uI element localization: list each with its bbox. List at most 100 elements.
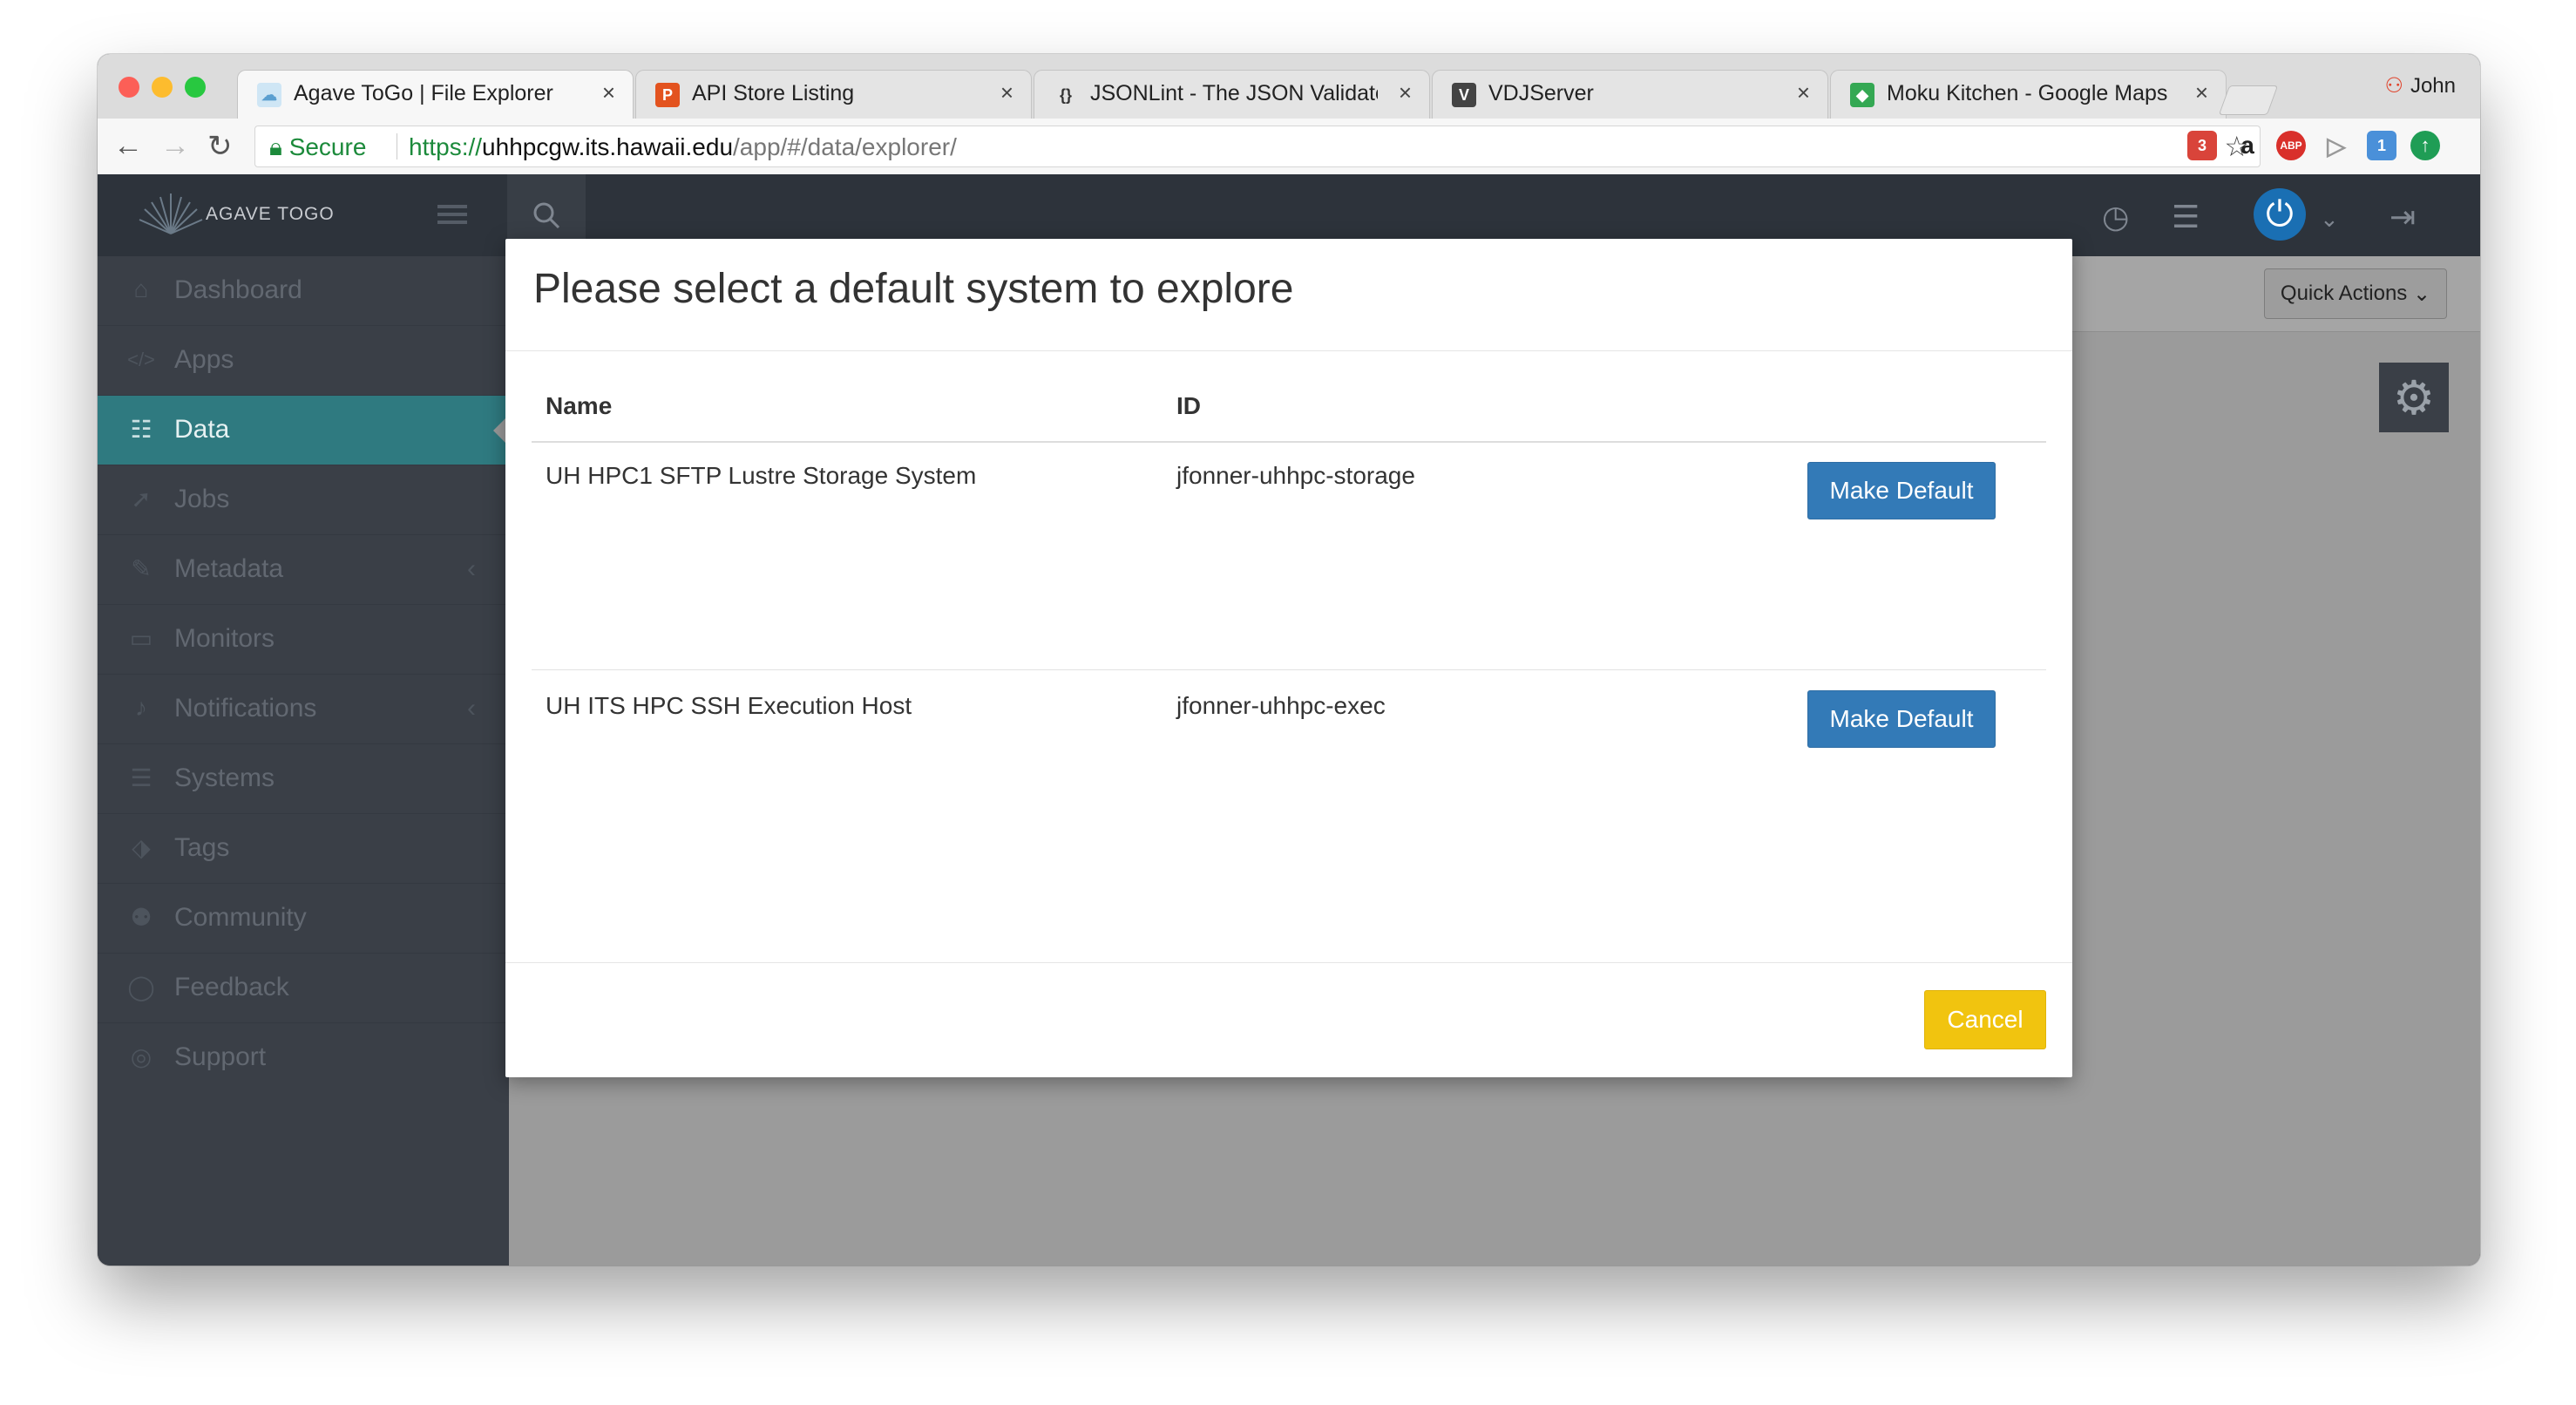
sidebar-item-data[interactable]: ☷ Data bbox=[98, 396, 509, 465]
sidebar-item-tags[interactable]: ⬗ Tags bbox=[98, 814, 509, 884]
sidebar-item-feedback[interactable]: ◯ Feedback bbox=[98, 954, 509, 1023]
modal-title: Please select a default system to explor… bbox=[533, 266, 1294, 312]
sidebar-item-label: Notifications bbox=[174, 694, 317, 723]
adblock-extension-icon[interactable]: ABP bbox=[2276, 131, 2306, 160]
sidebar-item-community[interactable]: ⚉ Community bbox=[98, 884, 509, 954]
browser-toolbar: ← → ↻ 🔒︎ Secure https://uhhpcgw.its.hawa… bbox=[98, 119, 2480, 175]
calendar-extension-icon[interactable]: 3 bbox=[2187, 131, 2217, 160]
edit-icon: ✎ bbox=[131, 555, 152, 582]
new-tab-button[interactable] bbox=[2218, 85, 2279, 115]
tags-icon: ⬗ bbox=[132, 834, 151, 861]
translate-extension-icon[interactable]: 1 bbox=[2367, 131, 2396, 160]
upload-extension-icon[interactable]: ↑ bbox=[2410, 131, 2440, 160]
sidebar-item-monitors[interactable]: ▭ Monitors bbox=[98, 605, 509, 675]
amazon-extension-icon[interactable]: a bbox=[2233, 131, 2262, 160]
database-icon: ☷ bbox=[130, 416, 153, 443]
logout-icon[interactable]: ⇥ bbox=[2390, 199, 2416, 235]
back-arrow-icon[interactable]: ← bbox=[113, 129, 143, 163]
tab-strip: ☁ Agave ToGo | File Explorer × P API Sto… bbox=[98, 54, 2480, 119]
server-icon: ☰ bbox=[130, 764, 153, 791]
tab-google-maps[interactable]: ◆ Moku Kitchen - Google Maps × bbox=[1830, 70, 2227, 119]
bell-icon: ♪ bbox=[135, 694, 147, 721]
make-default-button[interactable]: Make Default bbox=[1807, 462, 1996, 519]
maximize-window-button[interactable] bbox=[185, 77, 206, 98]
sidebar-item-label: Metadata bbox=[174, 554, 284, 583]
close-tab-icon[interactable]: × bbox=[1797, 79, 1810, 106]
sidebar-item-label: Feedback bbox=[174, 973, 289, 1001]
api-store-favicon-icon: P bbox=[655, 83, 680, 107]
column-header-name: Name bbox=[546, 392, 613, 419]
users-icon: ⚉ bbox=[130, 904, 153, 931]
tab-vdjserver[interactable]: V VDJServer × bbox=[1432, 70, 1828, 119]
sidebar-item-label: Tags bbox=[174, 833, 230, 862]
monitor-icon: ▭ bbox=[129, 625, 153, 652]
tab-agave-togo[interactable]: ☁ Agave ToGo | File Explorer × bbox=[237, 70, 634, 119]
select-system-modal: Please select a default system to explor… bbox=[505, 239, 2072, 1077]
sidebar-item-label: Monitors bbox=[174, 624, 275, 653]
close-tab-icon[interactable]: × bbox=[1399, 79, 1412, 106]
make-default-button[interactable]: Make Default bbox=[1807, 690, 1996, 748]
cancel-button[interactable]: Cancel bbox=[1924, 990, 2046, 1049]
sidebar-item-metadata[interactable]: ✎ Metadata ‹ bbox=[98, 535, 509, 605]
url-text: https://uhhpcgw.its.hawaii.edu/app/#/dat… bbox=[409, 133, 957, 161]
reload-icon[interactable]: ↻ bbox=[207, 129, 233, 164]
sidebar-item-jobs[interactable]: ➚ Jobs bbox=[98, 465, 509, 535]
agave-logo-icon bbox=[139, 193, 203, 234]
close-tab-icon[interactable]: × bbox=[602, 79, 615, 106]
sidebar-item-support[interactable]: ◎ Support bbox=[98, 1023, 509, 1093]
tab-title: JSONLint - The JSON Validator bbox=[1090, 81, 1378, 105]
sidebar-item-label: Systems bbox=[174, 764, 275, 792]
brand-name: AGAVE TOGO bbox=[206, 204, 335, 224]
tab-jsonlint[interactable]: {} JSONLint - The JSON Validator × bbox=[1034, 70, 1430, 119]
menu-toggle-icon[interactable] bbox=[437, 200, 467, 227]
url-path: /app/#/data/explorer/ bbox=[733, 133, 957, 160]
address-bar[interactable]: 🔒︎ Secure https://uhhpcgw.its.hawaii.edu… bbox=[254, 126, 2261, 167]
agave-favicon-icon: ☁ bbox=[257, 83, 281, 107]
modal-header-divider bbox=[505, 350, 2072, 351]
power-user-icon[interactable]: ⏻ bbox=[2254, 188, 2306, 241]
sidebar-item-systems[interactable]: ☰ Systems bbox=[98, 744, 509, 814]
sidebar-item-label: Support bbox=[174, 1042, 267, 1071]
close-tab-icon[interactable]: × bbox=[1000, 79, 1013, 106]
sidebar-item-dashboard[interactable]: ⌂ Dashboard bbox=[98, 256, 509, 326]
chevron-left-icon: ‹ bbox=[467, 694, 476, 723]
secure-indicator: 🔒︎ Secure bbox=[269, 133, 367, 160]
sidebar-item-label: Dashboard bbox=[174, 275, 302, 304]
braces-favicon-icon: {} bbox=[1059, 85, 1072, 104]
chevron-down-icon[interactable]: ⌄ bbox=[2320, 206, 2339, 233]
history-clock-icon[interactable]: ◷ bbox=[2102, 199, 2129, 235]
cast-extension-icon[interactable]: ▷ bbox=[2322, 131, 2351, 160]
sidebar: ⌂ Dashboard </> Apps ☷ Data ➚ Jobs ✎ Met… bbox=[98, 256, 509, 1266]
profile-button[interactable]: ⚇ John bbox=[2384, 73, 2456, 98]
close-tab-icon[interactable]: × bbox=[2195, 79, 2208, 106]
system-id: jfonner-uhhpc-exec bbox=[1176, 692, 1386, 719]
tab-title: API Store Listing bbox=[692, 81, 855, 105]
column-header-id: ID bbox=[1176, 392, 1201, 419]
quick-actions-dropdown[interactable]: Quick Actions ⌄ bbox=[2264, 268, 2447, 319]
code-icon: </> bbox=[127, 349, 155, 370]
tab-title: Moku Kitchen - Google Maps bbox=[1887, 81, 2168, 105]
browser-window: ☁ Agave ToGo | File Explorer × P API Sto… bbox=[98, 54, 2480, 1266]
modal-footer-divider bbox=[505, 962, 2072, 963]
comment-icon: ◯ bbox=[127, 974, 155, 1001]
lifebuoy-icon: ◎ bbox=[130, 1043, 153, 1070]
settings-sliders-icon[interactable]: ☰ bbox=[2172, 199, 2200, 235]
profile-icon: ⚇ bbox=[2384, 74, 2403, 98]
sidebar-item-notifications[interactable]: ♪ Notifications ‹ bbox=[98, 675, 509, 744]
tab-api-store[interactable]: P API Store Listing × bbox=[635, 70, 1032, 119]
maps-favicon-icon: ◆ bbox=[1850, 83, 1874, 107]
sidebar-item-apps[interactable]: </> Apps bbox=[98, 326, 509, 396]
sidebar-item-label: Apps bbox=[174, 345, 234, 374]
settings-gear-button[interactable]: ⚙ bbox=[2379, 363, 2449, 432]
sidebar-item-label: Data bbox=[174, 415, 230, 444]
profile-name: John bbox=[2410, 74, 2456, 98]
gear-icon: ⚙ bbox=[2392, 371, 2436, 424]
forward-arrow-icon[interactable]: → bbox=[160, 129, 190, 163]
url-scheme: https:// bbox=[409, 133, 483, 160]
quick-actions-label: Quick Actions bbox=[2280, 282, 2408, 305]
minimize-window-button[interactable] bbox=[152, 77, 173, 98]
rocket-icon: ➚ bbox=[131, 485, 152, 512]
close-window-button[interactable] bbox=[119, 77, 139, 98]
table-header-divider bbox=[532, 441, 2046, 443]
tab-title: Agave ToGo | File Explorer bbox=[294, 81, 553, 105]
